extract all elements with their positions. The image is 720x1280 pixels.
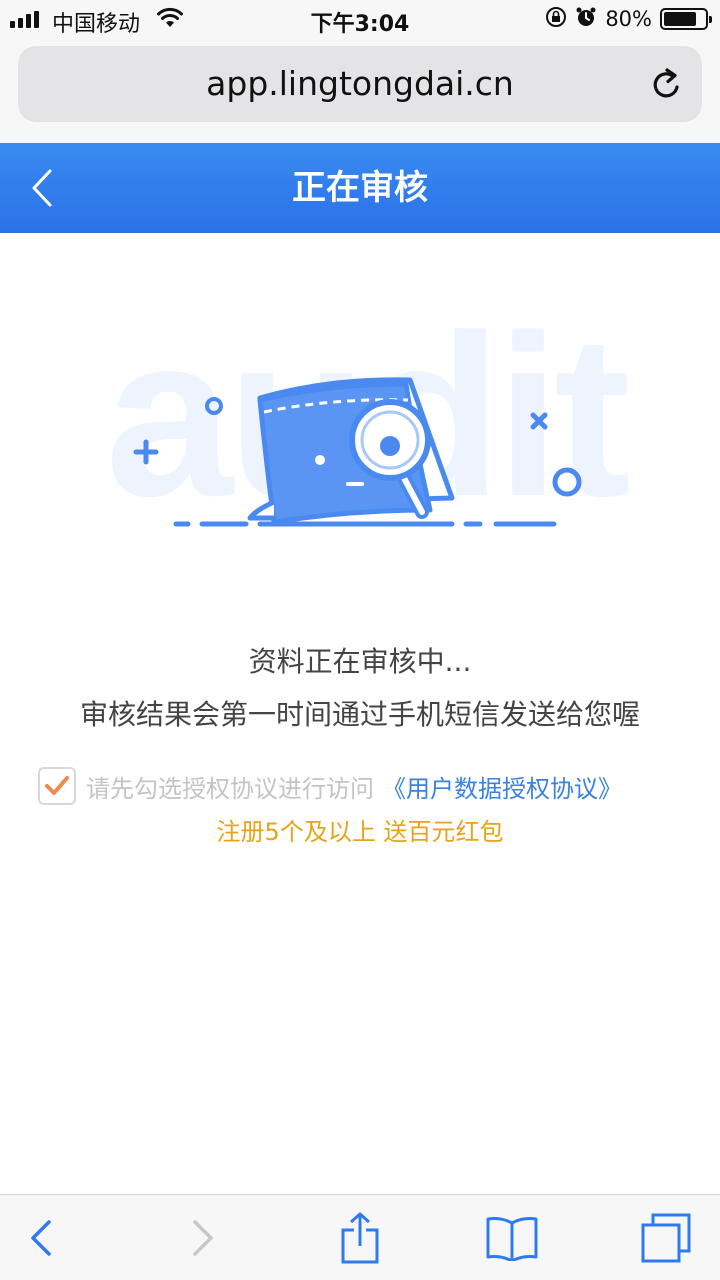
app-navbar: 正在审核 bbox=[0, 143, 720, 233]
browser-address-area: app.lingtongdai.cn bbox=[0, 40, 720, 143]
status-bar: 中国移动 下午3:04 80% bbox=[0, 0, 720, 40]
url-text[interactable]: app.lingtongdai.cn bbox=[18, 46, 702, 122]
orientation-lock-icon bbox=[545, 6, 567, 32]
share-icon[interactable] bbox=[330, 1209, 390, 1267]
page-title: 正在审核 bbox=[292, 168, 428, 208]
audit-illustration: audit bbox=[60, 287, 670, 550]
agreement-checkbox[interactable] bbox=[38, 767, 76, 805]
forward-icon[interactable] bbox=[172, 1209, 232, 1267]
agreement-link[interactable]: 《用户数据授权协议》 bbox=[382, 769, 622, 804]
bookmarks-icon[interactable] bbox=[482, 1209, 542, 1267]
battery-percent: 80% bbox=[605, 7, 652, 31]
battery-fill bbox=[664, 12, 696, 26]
agreement-row: 请先勾选授权协议进行访问 《用户数据授权协议》 bbox=[38, 766, 622, 806]
reload-icon[interactable] bbox=[650, 66, 684, 106]
tabs-icon[interactable] bbox=[636, 1209, 696, 1267]
address-bar[interactable]: app.lingtongdai.cn bbox=[18, 46, 702, 122]
battery-icon bbox=[660, 8, 712, 30]
back-icon[interactable] bbox=[12, 1209, 72, 1267]
status-description: 审核结果会第一时间通过手机短信发送给您喔 bbox=[79, 698, 640, 731]
promo-text: 注册5个及以上 送百元红包 bbox=[216, 818, 504, 846]
alarm-icon bbox=[575, 6, 597, 32]
agreement-prompt: 请先勾选授权协议进行访问 bbox=[86, 774, 374, 803]
checkmark-icon bbox=[45, 776, 69, 795]
status-message: 资料正在审核中... bbox=[248, 645, 472, 678]
browser-toolbar bbox=[0, 1194, 720, 1280]
